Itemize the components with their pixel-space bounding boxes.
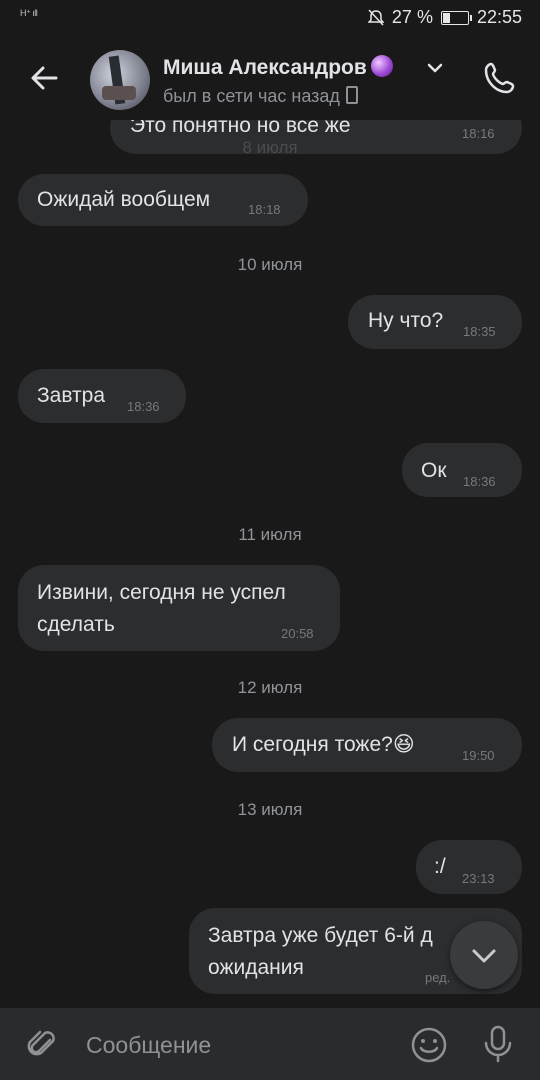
- message-text-line-1: Завтра уже будет 6-й д: [208, 924, 433, 947]
- message-time: 18:35: [463, 324, 496, 339]
- message-incoming[interactable]: Завтра 18:36: [18, 369, 186, 423]
- status-bar: H⁺ ıll 27 % 22:55: [0, 0, 540, 36]
- battery-icon: [440, 10, 472, 25]
- date-separator: 12 июля: [237, 678, 303, 697]
- message-list[interactable]: Это понятно но все же 18:16 8 июля Ожида…: [0, 120, 540, 1008]
- back-arrow-icon[interactable]: [26, 60, 62, 96]
- date-separator: 8 июля: [242, 138, 298, 157]
- signal-indicator: H⁺ ıll: [20, 8, 38, 18]
- paperclip-icon[interactable]: [24, 1026, 60, 1062]
- message-outgoing[interactable]: Ну что? 18:35: [348, 295, 522, 349]
- message-text: Ожидай вообщем: [37, 188, 211, 211]
- last-seen-text: был в сети час назад: [163, 86, 340, 106]
- message-text-line-2: сделать: [37, 613, 115, 636]
- message-time: 23:13: [462, 871, 495, 886]
- message-text-content: И сегодня тоже?: [232, 733, 393, 756]
- message-time: 20:58: [281, 626, 314, 641]
- message-time: 18:18: [248, 202, 281, 217]
- contact-name-text: Миша Александров: [163, 56, 367, 79]
- message-text: И сегодня тоже?😆: [232, 732, 415, 757]
- message-time: 19:50: [462, 748, 495, 763]
- message-composer: Сообщение: [0, 1008, 540, 1080]
- message-outgoing[interactable]: :/ 23:13: [416, 840, 522, 894]
- chevron-down-icon[interactable]: [425, 60, 445, 76]
- phone-call-icon[interactable]: [482, 60, 518, 96]
- laughing-emoji: 😆: [392, 733, 415, 756]
- chat-header: Миша Александров был в сети час назад: [0, 36, 540, 120]
- status-right: 27 % 22:55: [367, 7, 522, 28]
- microphone-icon[interactable]: [480, 1024, 516, 1064]
- clock: 22:55: [476, 7, 522, 27]
- crystal-ball-icon: [370, 55, 393, 77]
- mobile-device-icon: [345, 86, 358, 104]
- edited-label: ред.: [425, 970, 451, 985]
- message-outgoing[interactable]: Ок 18:36: [402, 443, 522, 497]
- battery-percent: 27 %: [391, 7, 433, 27]
- date-separator: 11 июля: [238, 525, 302, 544]
- message-outgoing[interactable]: И сегодня тоже?😆 19:50: [212, 718, 522, 772]
- message-text-line-2: ожидания: [208, 956, 304, 979]
- smile-icon[interactable]: [410, 1026, 448, 1064]
- message-time: 18:36: [127, 399, 160, 414]
- message-text: :/: [434, 855, 446, 878]
- contact-name[interactable]: Миша Александров: [163, 55, 393, 80]
- date-separator: 10 июля: [237, 255, 303, 274]
- chevron-down-icon: [472, 949, 496, 963]
- message-time: 18:36: [463, 474, 496, 489]
- message-text: Ну что?: [368, 309, 444, 332]
- mute-bell-icon: [367, 8, 384, 26]
- message-text: Завтра: [37, 384, 106, 407]
- last-seen-status: был в сети час назад: [163, 86, 358, 107]
- message-incoming[interactable]: Извини, сегодня не успел сделать 20:58: [18, 565, 340, 651]
- avatar[interactable]: [90, 50, 150, 110]
- date-separator: 13 июля: [237, 800, 303, 819]
- message-text: Ок: [421, 459, 447, 482]
- scroll-down-button[interactable]: [450, 921, 518, 989]
- message-text-line-1: Извини, сегодня не успел: [37, 581, 286, 604]
- message-text: Это понятно но все же: [130, 120, 351, 137]
- message-incoming[interactable]: Ожидай вообщем 18:18: [18, 174, 308, 226]
- message-input[interactable]: Сообщение: [86, 1032, 211, 1059]
